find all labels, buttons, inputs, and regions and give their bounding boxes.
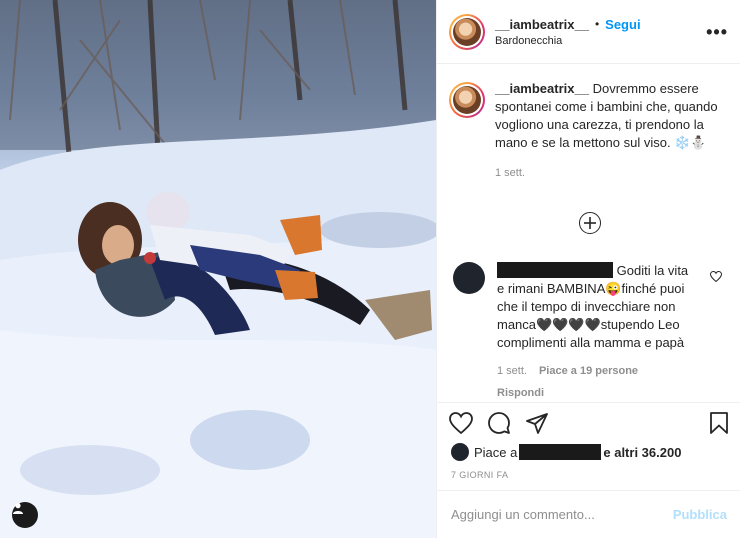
post-actions-bar — [437, 402, 740, 442]
caption-author-avatar[interactable] — [449, 82, 485, 118]
share-send-icon[interactable] — [525, 412, 549, 434]
follow-button[interactable]: Segui — [605, 17, 640, 32]
plus-circle-icon — [584, 217, 596, 229]
post-photo[interactable] — [0, 0, 436, 538]
instagram-post-view: __iambeatrix__ • Segui Bardonecchia ••• … — [0, 0, 740, 538]
comment-item: Goditi la vita e rimani BAMBINA😜finché p… — [453, 262, 733, 402]
author-username[interactable]: __iambeatrix__ — [495, 17, 589, 32]
comment-bubble-icon[interactable] — [487, 411, 511, 435]
comment-likes[interactable]: Piace a 19 persone — [539, 362, 638, 380]
comment-time[interactable]: 1 sett. — [497, 362, 527, 380]
author-avatar[interactable] — [449, 13, 485, 50]
add-comment-bar: Pubblica — [437, 490, 740, 538]
post-side-panel: __iambeatrix__ • Segui Bardonecchia ••• … — [436, 0, 740, 538]
tagged-users-button[interactable] — [12, 502, 38, 528]
snow-scene-image — [0, 0, 436, 538]
post-header: __iambeatrix__ • Segui Bardonecchia ••• — [437, 0, 740, 64]
commenter-avatar[interactable] — [453, 262, 485, 294]
caption-time[interactable]: 1 sett. — [495, 164, 725, 182]
like-heart-icon[interactable] — [449, 411, 473, 434]
post-caption: __iambeatrix__ Dovremmo essere spontanei… — [437, 64, 740, 182]
caption-username[interactable]: __iambeatrix__ — [495, 81, 589, 96]
post-likes-summary[interactable]: Piace a e altri 36.200 — [451, 443, 681, 461]
post-date[interactable]: 7 GIORNI FA — [451, 470, 508, 480]
liker-avatar — [451, 443, 469, 461]
redacted-liker — [519, 444, 602, 460]
separator-dot: • — [594, 17, 600, 31]
save-bookmark-icon[interactable] — [709, 411, 729, 435]
publish-button[interactable]: Pubblica — [673, 507, 727, 522]
likes-count[interactable]: e altri 36.200 — [603, 445, 681, 460]
redacted-username — [497, 262, 613, 278]
reply-button[interactable]: Rispondi — [497, 384, 695, 402]
load-more-comments-button[interactable] — [579, 212, 601, 234]
user-icon — [13, 503, 23, 514]
more-options-icon[interactable]: ••• — [706, 23, 728, 41]
likes-prefix: Piace a — [474, 444, 518, 460]
comment-like-heart-icon[interactable] — [709, 270, 723, 285]
add-comment-input[interactable] — [451, 507, 673, 522]
post-location[interactable]: Bardonecchia — [495, 35, 706, 47]
